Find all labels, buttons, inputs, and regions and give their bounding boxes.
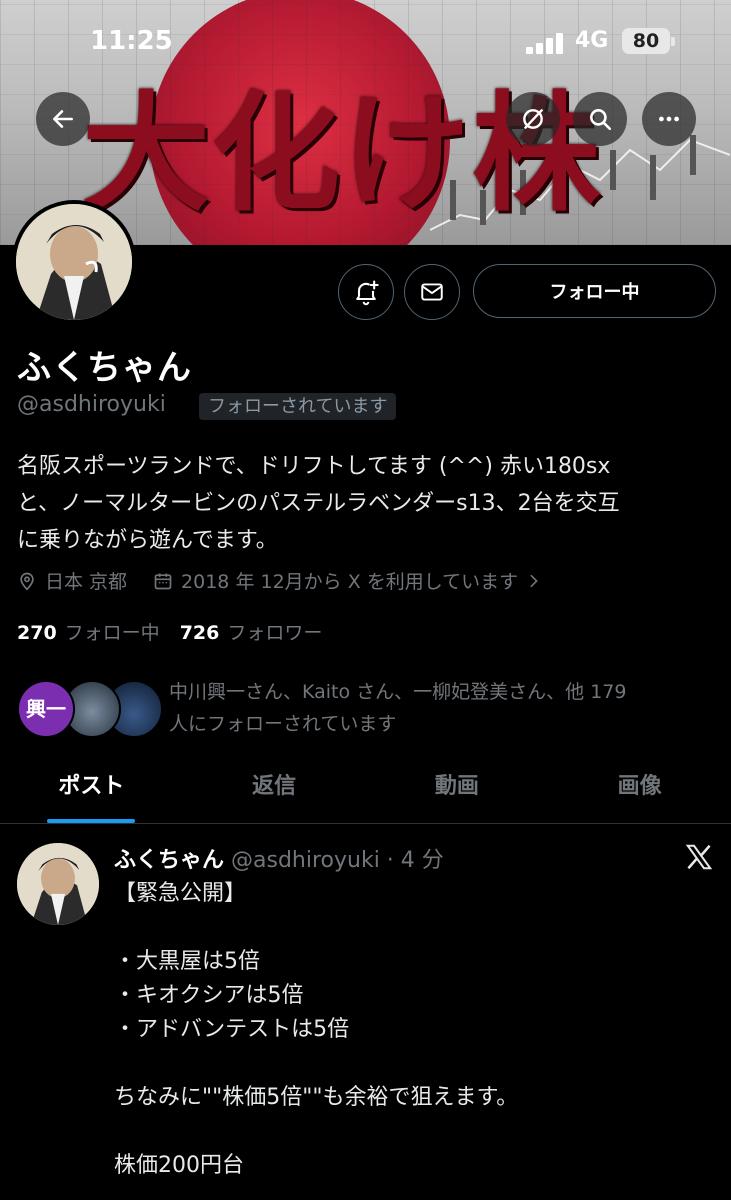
tab-posts[interactable]: ポスト (0, 760, 183, 823)
post-line: 【緊急公開】 (114, 881, 247, 906)
avatar-illustration (16, 204, 132, 320)
grok-button[interactable] (506, 92, 560, 146)
followers-count[interactable]: 726 フォロワー (180, 618, 323, 645)
profile-bio: 名阪スポーツランドで、ドリフトしてます (^^) 赤い180sx と、ノーマルタ… (17, 448, 722, 559)
cellular-signal-icon (526, 32, 566, 54)
grok-icon (523, 109, 543, 129)
profile-name: ふくちゃん (17, 348, 192, 388)
x-logo-icon (685, 844, 713, 870)
post-text: 【緊急公開】 ・大黒屋は5倍 ・キオクシアは5倍 ・アドバンテストは5倍 ちなみ… (114, 877, 714, 1183)
follows-you-badge: フォローされています (199, 393, 397, 420)
location-item: 日本 京都 (17, 567, 127, 594)
search-button[interactable] (573, 92, 627, 146)
status-time: 11:25 (90, 26, 173, 56)
post-line: ・キオクシアは5倍 (114, 983, 304, 1008)
joined-text: 2018 年 12月から X を利用しています (181, 571, 519, 593)
status-bar: 11:25 4G 80 (0, 22, 731, 62)
calendar-icon (154, 573, 172, 589)
post-line: ・アドバンテストは5倍 (114, 1017, 350, 1042)
message-button[interactable] (404, 264, 460, 320)
location-pin-icon (20, 572, 34, 591)
profile-meta: 日本 京都 2018 年 12月から X を利用しています (17, 567, 576, 594)
following-count[interactable]: 270 フォロー中 (17, 618, 160, 645)
profile-handle: @asdhiroyuki (17, 392, 166, 417)
post-line: 株価200円台 (114, 1153, 244, 1178)
battery-tip (671, 37, 675, 46)
battery-icon: 80 (622, 28, 670, 54)
search-icon (590, 109, 612, 131)
mutual-followers-text: 中川興一さん、Kaito さん、一柳妃登美さん、他 179 人にフォローされてい… (169, 681, 627, 735)
following-button[interactable]: フォロー中 (473, 264, 716, 318)
post-line: ・大黒屋は5倍 (114, 949, 260, 974)
post-line: ちなみに""株価5倍""も余裕で狙えます。 (114, 1085, 519, 1110)
post-line (114, 1115, 714, 1149)
notify-button[interactable] (338, 264, 394, 320)
chevron-right-icon (530, 574, 538, 587)
bell-plus-icon (356, 280, 379, 306)
post-line (114, 911, 714, 945)
post-avatar[interactable] (17, 843, 99, 925)
post-header: ふくちゃん @asdhiroyuki · 4 分 (114, 842, 444, 874)
back-arrow-icon (53, 110, 73, 128)
post-handle-time: @asdhiroyuki · 4 分 (231, 848, 444, 873)
bio-line: と、ノーマルタービンのパステルラベンダーs13、2台を交互 (17, 491, 620, 516)
more-button[interactable] (642, 92, 696, 146)
more-dots-icon (659, 116, 679, 122)
bio-line: 名阪スポーツランドで、ドリフトしてます (^^) 赤い180sx (17, 454, 611, 479)
tab-videos[interactable]: 動画 (366, 760, 549, 823)
tab-replies[interactable]: 返信 (183, 760, 366, 823)
post-avatar-illustration (17, 843, 99, 925)
envelope-icon (421, 283, 443, 301)
post-author-name[interactable]: ふくちゃん (114, 848, 224, 873)
mutual-followers[interactable]: 興一 中川興一さん、Kaito さん、一柳妃登美さん、他 179 人にフォローさ… (17, 676, 717, 740)
back-button[interactable] (36, 92, 90, 146)
avatar-image (16, 204, 132, 320)
mutual-avatar-initials: 興一 (17, 680, 75, 738)
location-text: 日本 京都 (45, 571, 128, 593)
profile-avatar[interactable] (12, 200, 136, 324)
post-line (114, 1047, 714, 1081)
bio-line: に乗りながら遊んでます。 (17, 528, 278, 553)
profile-tabs: ポスト 返信 動画 画像 (0, 760, 731, 824)
tab-images[interactable]: 画像 (548, 760, 731, 823)
joined-item[interactable]: 2018 年 12月から X を利用しています (153, 567, 550, 594)
network-type: 4G (575, 28, 609, 53)
follow-counts: 270 フォロー中 726 フォロワー (17, 618, 342, 645)
